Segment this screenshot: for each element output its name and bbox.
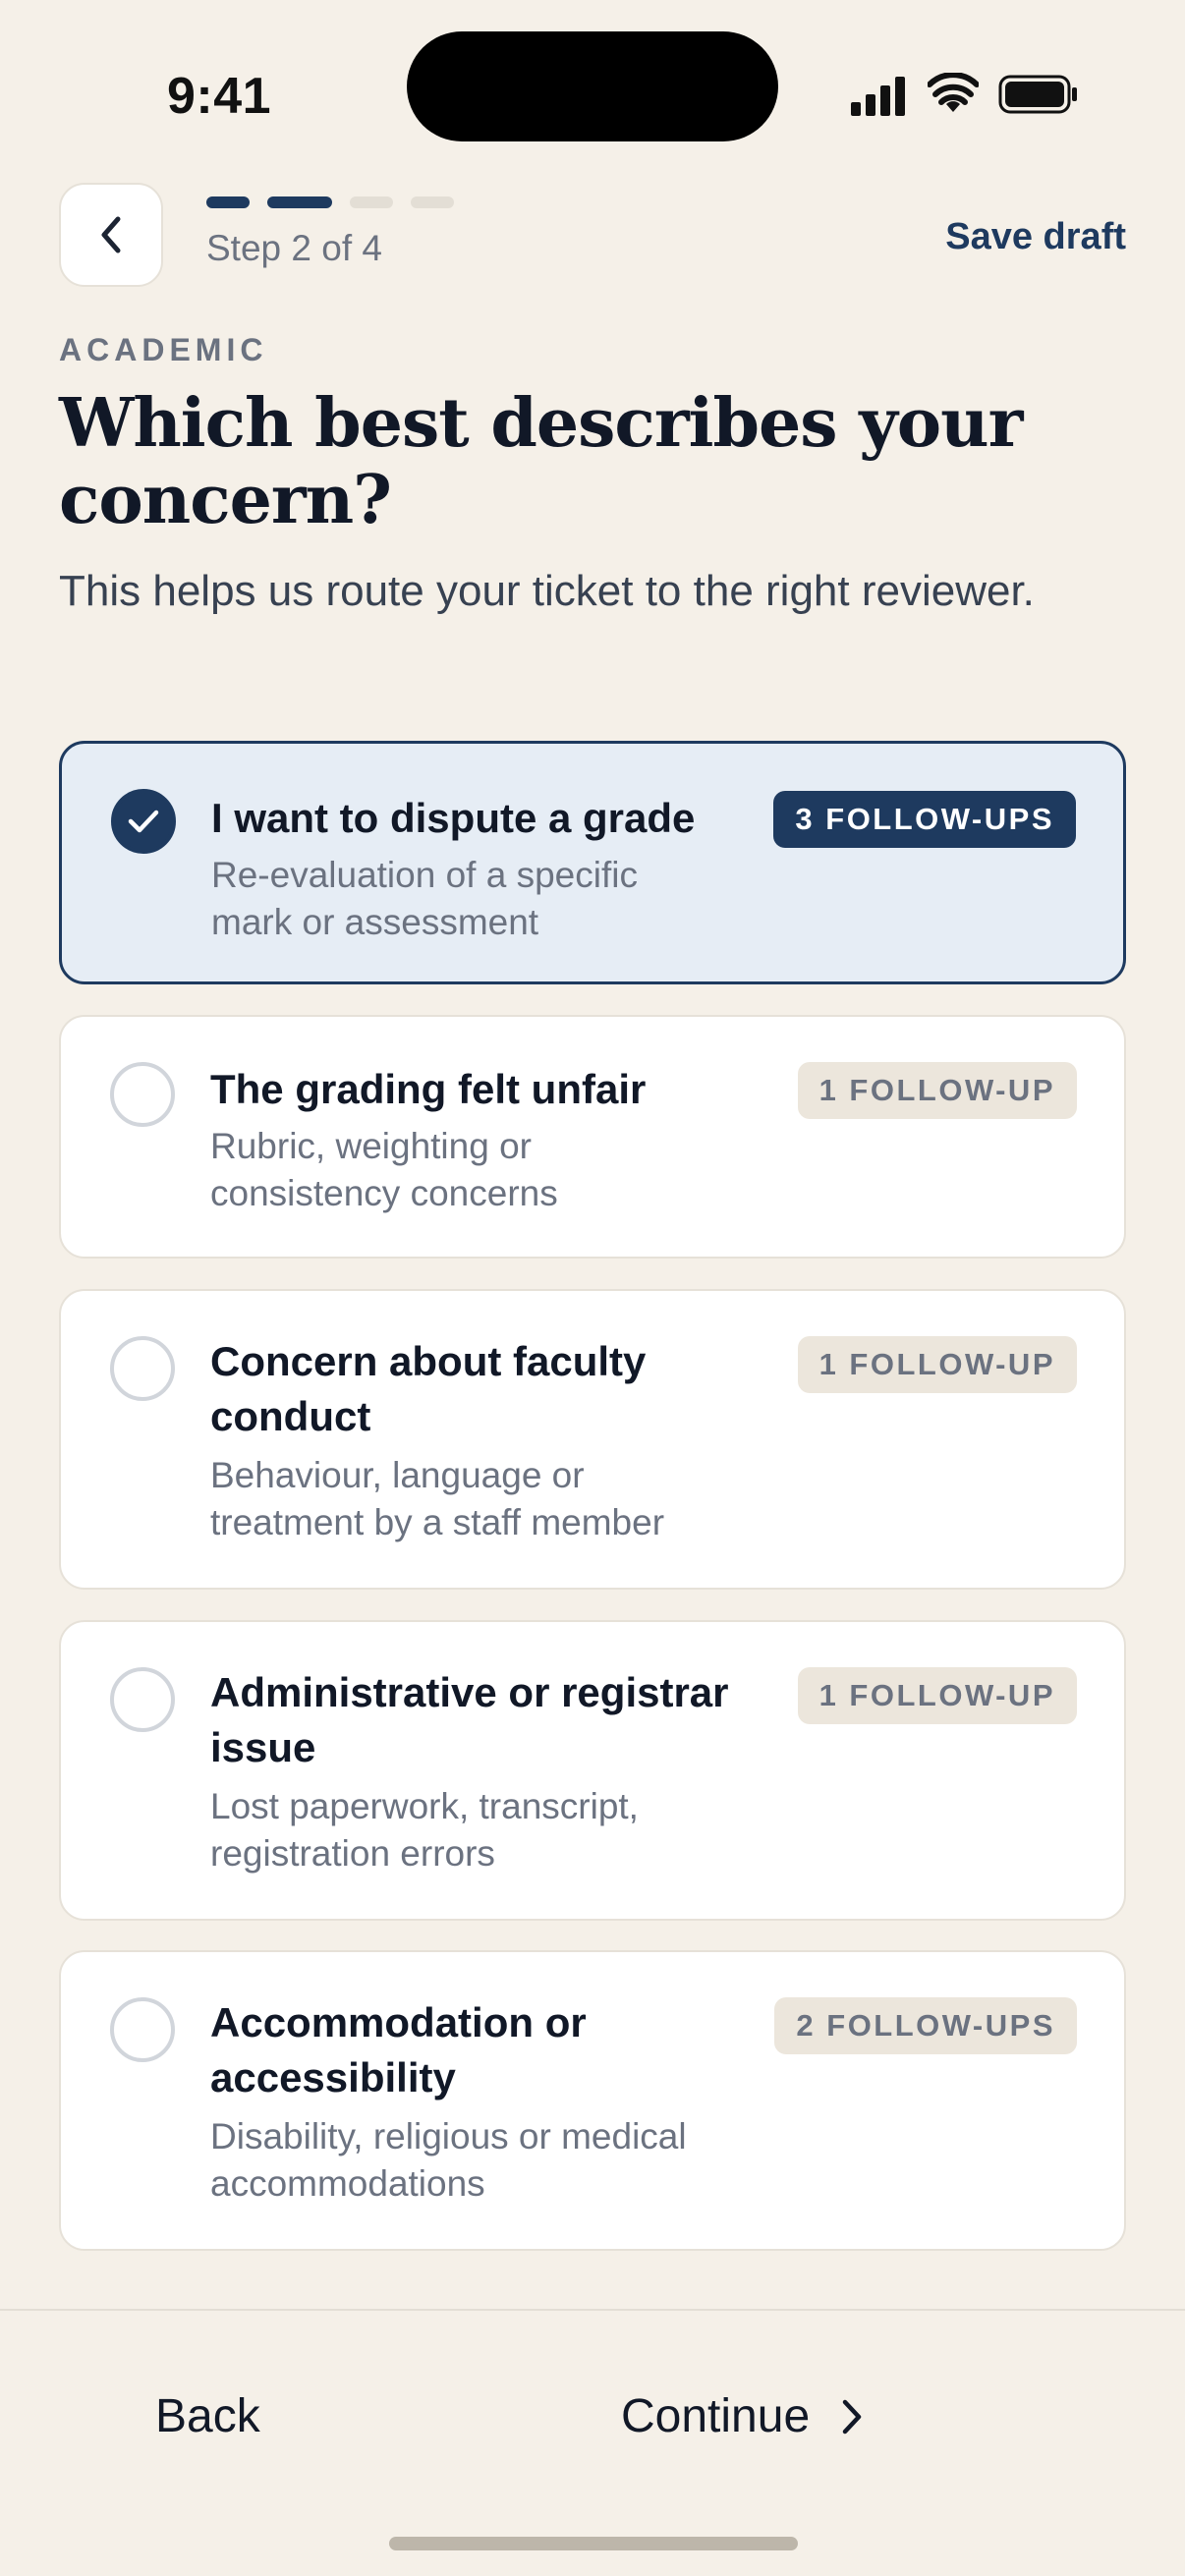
chevron-left-icon: [101, 216, 121, 253]
radio-unchecked[interactable]: [110, 1667, 175, 1732]
step-progress: [206, 196, 454, 208]
progress-segment-3: [350, 196, 393, 208]
follow-up-badge: 3 FOLLOW-UPS: [773, 791, 1076, 848]
continue-button[interactable]: Continue: [621, 2389, 865, 2443]
option-description: Lost paperwork, transcript, registration…: [210, 1786, 639, 1874]
option-description: Disability, religious or medical accommo…: [210, 2116, 687, 2204]
follow-up-badge: 1 FOLLOW-UP: [797, 1336, 1077, 1393]
wifi-icon: [928, 73, 979, 112]
follow-up-badge: 1 FOLLOW-UP: [797, 1062, 1077, 1119]
follow-up-badge: 2 FOLLOW-UPS: [774, 1997, 1077, 2054]
page-subtitle: This helps us route your ticket to the r…: [59, 567, 1035, 615]
continue-label: Continue: [621, 2390, 811, 2442]
option-description: Behaviour, language or treatment by a st…: [210, 1455, 665, 1542]
footer-divider: [0, 2309, 1185, 2311]
section-eyebrow: ACADEMIC: [59, 332, 268, 367]
option-dispute-grade[interactable]: I want to dispute a grade Re-evaluation …: [59, 741, 1126, 984]
radio-unchecked[interactable]: [110, 1997, 175, 2062]
radio-checked[interactable]: [111, 789, 176, 854]
status-time: 9:41: [167, 68, 272, 125]
checkmark-icon: [128, 810, 159, 833]
phone-screen: 9:41 Step 2 of 4 Save draft ACADEMIC Whi…: [0, 0, 1185, 2576]
option-title: Administrative or registrar issue: [210, 1669, 729, 1770]
battery-icon: [998, 75, 1077, 114]
option-administrative-registrar[interactable]: Administrative or registrar issue Lost p…: [59, 1620, 1126, 1921]
progress-segment-2: [267, 196, 332, 208]
chevron-right-icon: [842, 2399, 862, 2434]
progress-segment-4: [411, 196, 454, 208]
option-accommodation-accessibility[interactable]: Accommodation or accessibility Disabilit…: [59, 1950, 1126, 2251]
radio-unchecked[interactable]: [110, 1062, 175, 1127]
back-arrow-button[interactable]: [59, 183, 163, 287]
step-label: Step 2 of 4: [206, 228, 382, 268]
option-title: I want to dispute a grade: [211, 795, 696, 841]
follow-up-badge: 1 FOLLOW-UP: [797, 1667, 1077, 1724]
option-description: Rubric, weighting or consistency concern…: [210, 1126, 558, 1213]
cellular-signal-icon: [851, 77, 905, 116]
option-grading-unfair[interactable]: The grading felt unfair Rubric, weightin…: [59, 1015, 1126, 1259]
save-draft-button[interactable]: Save draft: [945, 216, 1126, 258]
home-indicator: [389, 2537, 798, 2550]
back-button[interactable]: Back: [155, 2389, 260, 2443]
page-title: Which best describes your concern?: [59, 384, 1023, 539]
option-title: The grading felt unfair: [210, 1066, 647, 1112]
progress-segment-1: [206, 196, 250, 208]
option-description: Re-evaluation of a specific mark or asse…: [211, 855, 638, 942]
option-title: Accommodation or accessibility: [210, 1999, 587, 2100]
option-faculty-conduct[interactable]: Concern about faculty conduct Behaviour,…: [59, 1289, 1126, 1590]
dynamic-island: [407, 31, 778, 141]
option-title: Concern about faculty conduct: [210, 1338, 647, 1439]
radio-unchecked[interactable]: [110, 1336, 175, 1401]
